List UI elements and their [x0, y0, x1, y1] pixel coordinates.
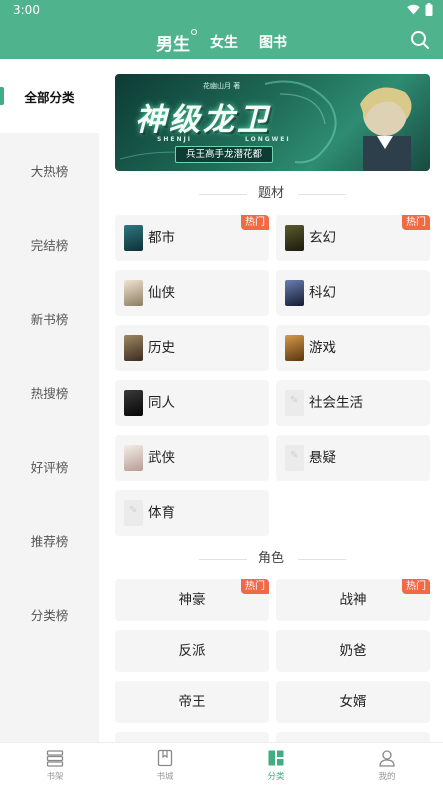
status-icons: [407, 3, 433, 16]
nav-category-label: 分类: [267, 772, 285, 782]
book-cover-icon: [124, 225, 143, 251]
tab-books[interactable]: 图书: [259, 32, 287, 52]
theme-label: 游戏: [309, 340, 336, 356]
top-header: 3:00 男生 女生 图书: [0, 0, 443, 59]
hot-badge: 热门: [241, 579, 269, 594]
tab-male[interactable]: 男生: [156, 29, 197, 55]
active-dot-icon: [191, 29, 197, 35]
nav-category[interactable]: 分类: [221, 743, 331, 789]
sidebar-item-category-rank[interactable]: 分类榜: [0, 577, 99, 651]
tab-male-label: 男生: [156, 35, 190, 55]
search-icon[interactable]: [410, 30, 430, 50]
theme-label: 历史: [148, 340, 175, 356]
theme-card-suspense[interactable]: 悬疑: [276, 435, 430, 481]
book-cover-icon: [124, 280, 143, 306]
tab-female[interactable]: 女生: [210, 32, 238, 52]
nav-bookstore-label: 书城: [156, 772, 174, 782]
hot-badge: 热门: [402, 215, 430, 230]
theme-card-history[interactable]: 历史: [115, 325, 269, 371]
promo-banner[interactable]: 花幽山月 著 神级龙卫 SHENJI LONGWEI 兵王高手龙潜花都: [115, 74, 430, 171]
hot-badge: 热门: [402, 579, 430, 594]
theme-label: 武侠: [148, 450, 175, 466]
theme-label: 玄幻: [309, 230, 336, 246]
theme-label: 仙侠: [148, 285, 175, 301]
cover-placeholder-icon: [124, 500, 143, 526]
theme-card-scifi[interactable]: 科幻: [276, 270, 430, 316]
theme-card-xianxia[interactable]: 仙侠: [115, 270, 269, 316]
gender-tabs: 男生 女生 图书: [0, 28, 443, 55]
hot-badge: 热门: [241, 215, 269, 230]
role-label: 奶爸: [339, 643, 367, 659]
role-card-emperor[interactable]: 帝王: [115, 681, 269, 723]
theme-card-fantasy[interactable]: 玄幻 热门: [276, 215, 430, 261]
sidebar-item-all[interactable]: 全部分类: [0, 59, 99, 133]
sidebar-item-hot[interactable]: 大热榜: [0, 133, 99, 207]
theme-label: 悬疑: [309, 450, 336, 466]
book-cover-icon: [285, 280, 304, 306]
theme-label: 社会生活: [309, 395, 363, 411]
banner-author: 花幽山月 著: [203, 82, 241, 90]
banner-pinyin-left: SHENJI: [157, 136, 192, 143]
book-cover-icon: [124, 390, 143, 416]
sidebar-item-rated[interactable]: 好评榜: [0, 429, 99, 503]
bookstore-icon: [157, 749, 173, 767]
role-label: 女婿: [339, 694, 367, 710]
role-card-villain[interactable]: 反派: [115, 630, 269, 672]
role-card-partial[interactable]: [276, 732, 430, 742]
wifi-icon: [407, 4, 420, 15]
banner-slogan: 兵王高手龙潜花都: [175, 146, 274, 163]
theme-label: 科幻: [309, 285, 336, 301]
theme-card-social-life[interactable]: 社会生活: [276, 380, 430, 426]
theme-card-sports[interactable]: 体育: [115, 490, 269, 536]
bookshelf-icon: [46, 750, 64, 767]
sidebar-item-finished[interactable]: 完结榜: [0, 207, 99, 281]
sidebar-item-new[interactable]: 新书榜: [0, 281, 99, 355]
category-icon: [268, 750, 284, 766]
nav-profile-label: 我的: [378, 772, 396, 782]
nav-profile[interactable]: 我的: [332, 743, 442, 789]
theme-card-urban[interactable]: 都市 热门: [115, 215, 269, 261]
nav-bookshelf[interactable]: 书架: [0, 743, 110, 789]
bottom-navigation: 书架 书城 分类 我的: [0, 742, 443, 789]
section-title-themes: 题材: [99, 184, 443, 204]
theme-label: 体育: [148, 505, 175, 521]
banner-pinyin-right: LONGWEI: [245, 136, 291, 143]
role-card-partial[interactable]: [115, 732, 269, 742]
nav-bookstore[interactable]: 书城: [110, 743, 220, 789]
role-card-war-god[interactable]: 战神 热门: [276, 579, 430, 621]
cover-placeholder-icon: [285, 445, 304, 471]
book-cover-icon: [124, 445, 143, 471]
cover-placeholder-icon: [285, 390, 304, 416]
main-content: 花幽山月 著 神级龙卫 SHENJI LONGWEI 兵王高手龙潜花都 题材 都…: [99, 59, 443, 742]
theme-card-game[interactable]: 游戏: [276, 325, 430, 371]
book-cover-icon: [285, 225, 304, 251]
role-label: 帝王: [178, 694, 206, 710]
theme-card-wuxia[interactable]: 武侠: [115, 435, 269, 481]
nav-bookshelf-label: 书架: [46, 772, 64, 782]
sidebar-item-search-rank[interactable]: 热搜榜: [0, 355, 99, 429]
theme-card-fanfic[interactable]: 同人: [115, 380, 269, 426]
theme-label: 同人: [148, 395, 175, 411]
theme-label: 都市: [148, 230, 175, 246]
book-cover-icon: [124, 335, 143, 361]
book-cover-icon: [285, 335, 304, 361]
status-time: 3:00: [13, 3, 40, 17]
role-label: 反派: [178, 643, 206, 659]
role-card-tycoon[interactable]: 神豪 热门: [115, 579, 269, 621]
category-sidebar: 全部分类 大热榜 完结榜 新书榜 热搜榜 好评榜 推荐榜 分类榜: [0, 59, 99, 742]
banner-title: 神级龙卫: [135, 102, 271, 138]
role-card-son-in-law[interactable]: 女婿: [276, 681, 430, 723]
role-card-dad[interactable]: 奶爸: [276, 630, 430, 672]
sidebar-item-recommended[interactable]: 推荐榜: [0, 503, 99, 577]
profile-icon: [379, 750, 395, 767]
battery-icon: [425, 3, 433, 16]
section-title-roles: 角色: [99, 549, 443, 569]
